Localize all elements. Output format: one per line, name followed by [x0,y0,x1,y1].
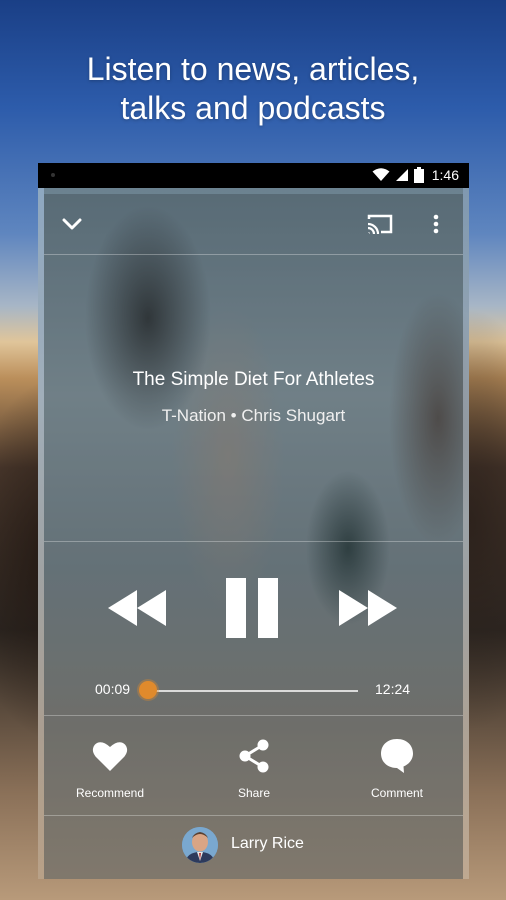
phone-frame: 1:46 The Simple Diet For Athletes T-Nati… [38,163,469,879]
fast-forward-button[interactable] [337,588,399,628]
total-duration: 12:24 [375,681,411,697]
divider [44,815,463,816]
share-button[interactable]: Share [199,736,309,800]
author-photo [182,827,218,863]
comment-icon [381,739,413,773]
cast-button[interactable] [365,210,395,238]
player-toolbar [44,194,463,255]
wifi-icon [372,168,390,181]
heart-icon [92,742,128,771]
more-vert-icon [433,214,439,234]
comment-button[interactable]: Comment [342,736,452,800]
share-icon [239,739,269,773]
rewind-button[interactable] [106,588,168,628]
status-bar: 1:46 [38,163,469,188]
camera-dot [51,173,55,177]
battery-icon [413,167,424,183]
chevron-down-icon [62,218,82,230]
recommend-button[interactable]: Recommend [55,736,165,800]
progress-bar: 00:09 12:24 [38,678,469,699]
promo-line-1: Listen to news, articles, [86,51,420,87]
playback-controls [38,578,469,638]
seek-track[interactable] [145,690,358,692]
avatar [182,827,218,863]
pause-button[interactable] [224,578,280,638]
cast-icon [367,214,393,235]
comment-label: Comment [370,786,423,800]
pause-icon [226,578,278,638]
divider [44,715,463,716]
promo-headline: Listen to news, articles, talks and podc… [0,50,506,128]
episode-source: T-Nation • Chris Shugart [161,406,346,425]
fast-forward-icon [339,590,397,626]
episode-title: The Simple Diet For Athletes [132,369,375,390]
share-label: Share [237,786,271,800]
author-row[interactable]: Larry Rice [38,825,469,865]
rewind-icon [108,590,166,626]
recommend-label: Recommend [75,786,145,800]
player-screen: The Simple Diet For Athletes T-Nation • … [38,188,469,879]
action-bar: Recommend Share Comment [38,736,469,806]
seek-thumb[interactable] [138,681,157,699]
divider [44,541,463,542]
author-name: Larry Rice [231,835,304,852]
status-time: 1:46 [431,167,459,183]
current-time: 00:09 [95,681,131,697]
signal-icon [395,169,408,181]
collapse-button[interactable] [58,210,86,238]
overflow-menu-button[interactable] [426,210,446,238]
now-playing-info: The Simple Diet For Athletes T-Nation • … [38,368,469,427]
promo-line-2: talks and podcasts [120,90,386,126]
